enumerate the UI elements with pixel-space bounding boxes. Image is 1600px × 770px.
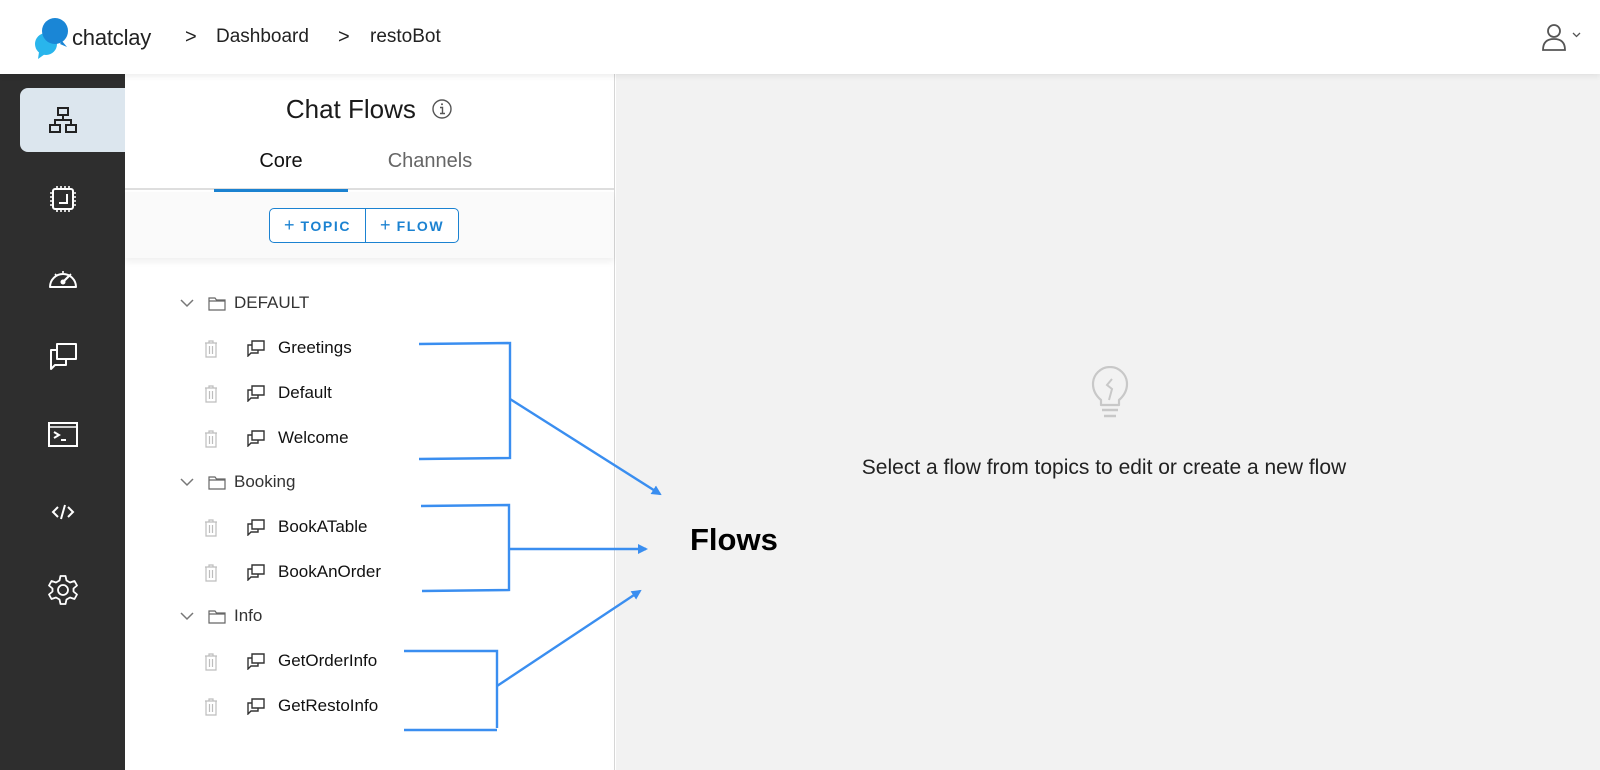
add-button-group: + TOPIC + FLOW xyxy=(269,208,460,243)
topic-row[interactable]: DEFAULT xyxy=(180,288,309,318)
topic-name: Booking xyxy=(234,472,296,491)
add-topic-label: TOPIC xyxy=(300,217,352,234)
chevron-down-icon[interactable] xyxy=(180,477,194,487)
speedometer-icon xyxy=(48,271,77,288)
breadcrumb-separator: > xyxy=(185,26,197,48)
plus-icon: + xyxy=(380,215,391,235)
chat-bubbles-icon xyxy=(49,343,77,370)
chat-bubbles-icon xyxy=(247,430,265,447)
flow-item[interactable]: GetOrderInfo xyxy=(203,646,377,676)
code-icon xyxy=(51,504,74,520)
plus-icon: + xyxy=(284,215,295,235)
chat-bubbles-icon xyxy=(247,340,265,357)
trash-icon[interactable] xyxy=(203,429,219,448)
chevron-down-icon[interactable] xyxy=(1572,32,1581,38)
panel-toolbar: + TOPIC + FLOW xyxy=(125,192,614,258)
panel-title-text: Chat Flows xyxy=(285,94,416,124)
info-icon[interactable] xyxy=(431,98,453,120)
topic-name: DEFAULT xyxy=(234,293,310,312)
flow-name: GetOrderInfo xyxy=(278,651,378,670)
flow-item[interactable]: GetRestoInfo xyxy=(203,691,378,721)
chat-bubbles-icon xyxy=(247,653,265,670)
rail-item-flows[interactable] xyxy=(20,88,125,152)
left-rail xyxy=(0,74,125,770)
flow-name: BookATable xyxy=(278,517,368,536)
add-flow-button[interactable]: + FLOW xyxy=(365,209,458,242)
trash-icon[interactable] xyxy=(203,652,219,671)
flow-name: Default xyxy=(278,383,332,402)
chevron-down-icon[interactable] xyxy=(180,298,194,308)
empty-state-message: Select a flow from topics to edit or cre… xyxy=(616,456,1600,480)
folder-icon xyxy=(208,475,226,490)
trash-icon[interactable] xyxy=(203,339,219,358)
chat-bubbles-icon xyxy=(247,385,265,402)
empty-state-text: Select a flow from topics to edit or cre… xyxy=(861,456,1347,479)
rail-item-conversations[interactable] xyxy=(20,324,125,388)
breadcrumb-dashboard[interactable]: Dashboard xyxy=(216,26,309,48)
topic-row[interactable]: Info xyxy=(180,601,262,631)
rail-item-chip[interactable] xyxy=(20,167,125,231)
chat-flows-panel: Chat Flows Core Channels + TOPIC + FLOW … xyxy=(125,74,615,770)
brand-name[interactable]: chatclay xyxy=(72,25,151,51)
flow-editor-area xyxy=(616,74,1600,770)
top-header: chatclay > Dashboard > restoBot xyxy=(0,0,1600,74)
chat-bubbles-icon xyxy=(247,698,265,715)
folder-icon xyxy=(208,609,226,624)
chevron-down-icon[interactable] xyxy=(180,611,194,621)
folder-icon xyxy=(208,296,226,311)
flow-item[interactable]: Default xyxy=(203,378,332,408)
flow-name: Welcome xyxy=(278,428,349,447)
flow-item[interactable]: BookATable xyxy=(203,512,367,542)
trash-icon[interactable] xyxy=(203,563,219,582)
add-flow-label: FLOW xyxy=(396,217,445,234)
flow-item[interactable]: Welcome xyxy=(203,423,349,453)
flow-name: Greetings xyxy=(278,338,352,357)
rail-item-console[interactable] xyxy=(20,402,125,466)
topic-row[interactable]: Booking xyxy=(180,467,295,497)
terminal-icon xyxy=(47,422,78,447)
flow-name: BookAnOrder xyxy=(278,562,381,581)
rail-item-analytics[interactable] xyxy=(20,246,125,310)
flow-item[interactable]: Greetings xyxy=(203,333,352,363)
topic-name: Info xyxy=(234,606,263,625)
trash-icon[interactable] xyxy=(203,518,219,537)
trash-icon[interactable] xyxy=(203,697,219,716)
flow-item[interactable]: BookAnOrder xyxy=(203,557,381,587)
annotation-flows-label: Flows xyxy=(690,522,778,557)
user-icon[interactable] xyxy=(1540,22,1568,52)
panel-title: Chat Flows xyxy=(125,94,614,125)
chat-bubbles-icon xyxy=(247,519,265,536)
rail-item-code[interactable] xyxy=(20,480,125,544)
trash-icon[interactable] xyxy=(203,384,219,403)
breadcrumb-separator: > xyxy=(338,26,350,48)
chatclay-logo-icon[interactable] xyxy=(34,16,70,60)
sitemap-icon xyxy=(48,107,77,133)
flow-name: GetRestoInfo xyxy=(278,696,379,715)
tab-channels[interactable]: Channels xyxy=(363,150,497,190)
breadcrumb-restobot[interactable]: restoBot xyxy=(370,26,441,48)
gear-icon xyxy=(47,575,78,605)
add-topic-button[interactable]: + TOPIC xyxy=(270,209,365,242)
lightbulb-icon xyxy=(1091,366,1129,418)
chat-bubbles-icon xyxy=(247,564,265,581)
chip-icon xyxy=(49,186,76,212)
tab-core[interactable]: Core xyxy=(214,150,348,192)
rail-item-settings[interactable] xyxy=(20,558,125,622)
panel-tabs: Core Channels xyxy=(125,142,614,192)
